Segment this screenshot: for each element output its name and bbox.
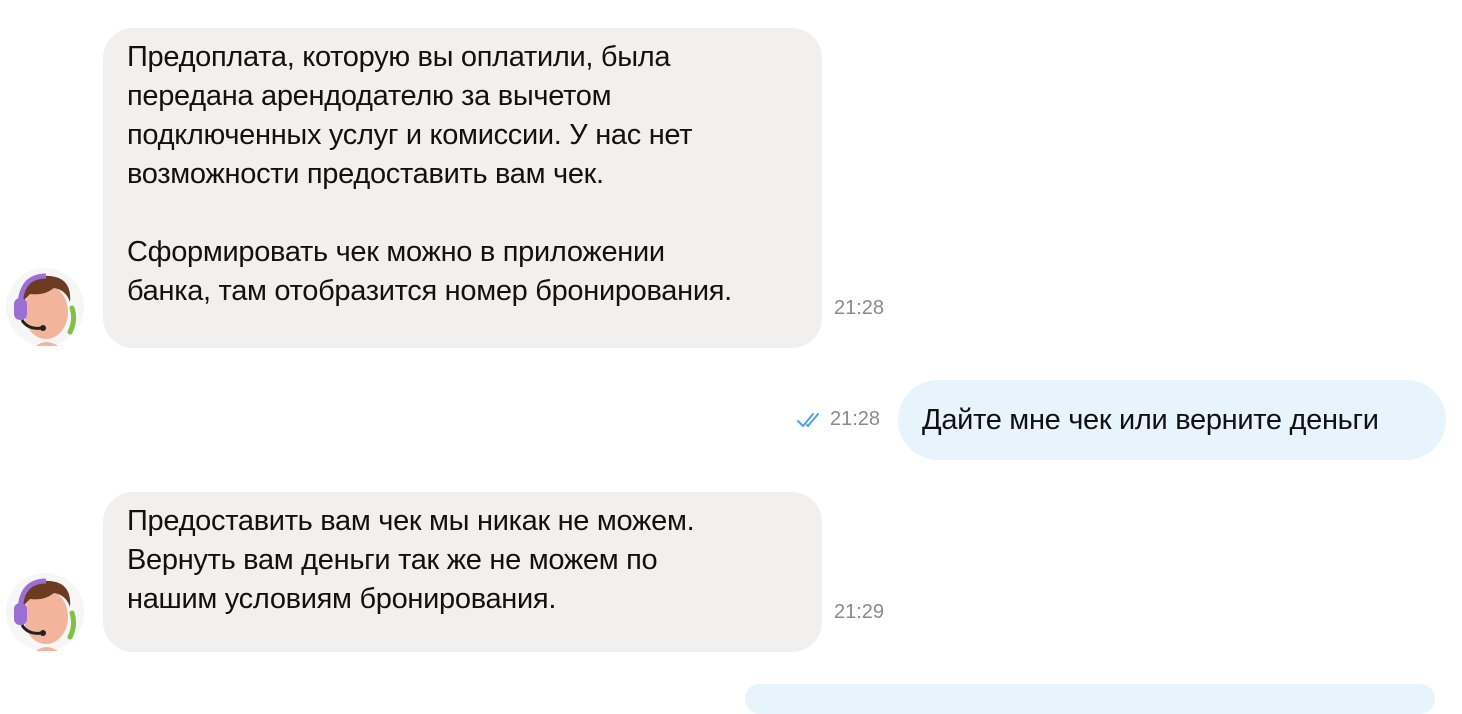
message-timestamp: 21:28 bbox=[830, 408, 881, 430]
message-text-line: нашим условиям бронирования. bbox=[127, 583, 557, 615]
message-bubble-incoming[interactable]: Предоставить вам чек мы никак не можем. … bbox=[103, 492, 822, 652]
message-text-line: возможности предоставить вам чек. bbox=[127, 158, 604, 190]
message-text-line: банка, там отобразится номер бронировани… bbox=[127, 275, 732, 307]
message-text-line: передана арендодателю за вычетом bbox=[127, 80, 612, 112]
support-agent-avatar bbox=[6, 573, 84, 651]
message-text-line: Сформировать чек можно в приложении bbox=[127, 236, 665, 268]
message-timestamp: 21:28 bbox=[834, 297, 885, 319]
message-bubble-outgoing-partial[interactable] bbox=[745, 684, 1435, 714]
message-timestamp: 21:29 bbox=[834, 601, 885, 623]
message-text-line: Предоплата, которую вы оплатили, была bbox=[127, 41, 671, 73]
message-text-line: подключенных услуг и комиссии. У нас нет bbox=[127, 119, 693, 151]
message-bubble-outgoing[interactable]: Дайте мне чек или верните деньги bbox=[898, 380, 1446, 460]
support-agent-avatar bbox=[6, 268, 84, 346]
message-text-line: Предоставить вам чек мы никак не можем. bbox=[127, 505, 695, 537]
message-text-line: Вернуть вам деньги так же не можем по bbox=[127, 544, 658, 576]
message-bubble-incoming[interactable]: Предоплата, которую вы оплатили, была пе… bbox=[103, 28, 822, 348]
double-check-icon bbox=[797, 413, 819, 427]
message-text: Дайте мне чек или верните деньги bbox=[922, 403, 1379, 436]
